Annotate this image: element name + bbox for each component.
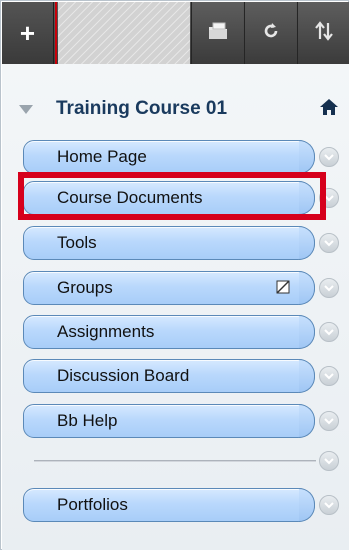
menu-item-label: Assignments [57, 322, 155, 341]
sort-icon [314, 20, 333, 46]
chevron-down-icon[interactable] [319, 495, 339, 515]
menu-item-label: Bb Help [57, 411, 118, 430]
refresh-button[interactable] [244, 2, 296, 64]
menu-item-label: Home Page [57, 147, 147, 166]
course-menu-toolbar: + [2, 2, 349, 64]
folder-view-button[interactable] [191, 2, 243, 64]
chevron-down-icon[interactable] [319, 278, 339, 298]
chevron-down-icon[interactable] [319, 411, 339, 431]
chevron-down-icon[interactable] [319, 233, 339, 253]
plus-icon: + [19, 17, 36, 48]
course-menu-body [2, 64, 349, 550]
add-menu-item-button[interactable]: + [2, 2, 54, 64]
highlight-box [18, 172, 326, 220]
chevron-down-icon[interactable] [319, 147, 339, 167]
menu-item-home-page[interactable]: Home Page [23, 140, 315, 174]
chevron-down-icon[interactable] [319, 366, 339, 386]
menu-item-label: Portfolios [57, 495, 128, 514]
menu-item-tools[interactable]: Tools [23, 226, 315, 260]
menu-item-portfolios[interactable]: Portfolios [23, 488, 315, 522]
refresh-icon [262, 22, 280, 45]
course-header[interactable]: Training Course 01 [19, 97, 339, 121]
folder-icon [207, 22, 229, 45]
menu-item-bb-help[interactable]: Bb Help [23, 404, 315, 438]
menu-item-assignments[interactable]: Assignments [23, 315, 315, 349]
reorder-button[interactable] [297, 2, 349, 64]
chevron-down-icon[interactable] [319, 451, 339, 471]
toolbar-red-marker [55, 2, 57, 64]
chevron-down-icon[interactable] [319, 322, 339, 342]
course-title: Training Course 01 [56, 98, 228, 119]
hidden-from-students-icon [276, 280, 290, 299]
menu-item-label: Discussion Board [57, 366, 190, 385]
menu-divider[interactable] [34, 460, 316, 462]
toolbar-spacer [58, 2, 190, 64]
home-icon[interactable] [319, 98, 339, 121]
menu-item-label: Groups [57, 278, 113, 297]
menu-item-discussion-board[interactable]: Discussion Board [23, 359, 315, 393]
menu-item-groups[interactable]: Groups [23, 271, 315, 305]
course-menu-panel: + Training Course 01 Home Page Course Do… [0, 0, 349, 550]
menu-item-label: Tools [57, 233, 97, 252]
collapse-triangle-icon[interactable] [19, 104, 33, 114]
